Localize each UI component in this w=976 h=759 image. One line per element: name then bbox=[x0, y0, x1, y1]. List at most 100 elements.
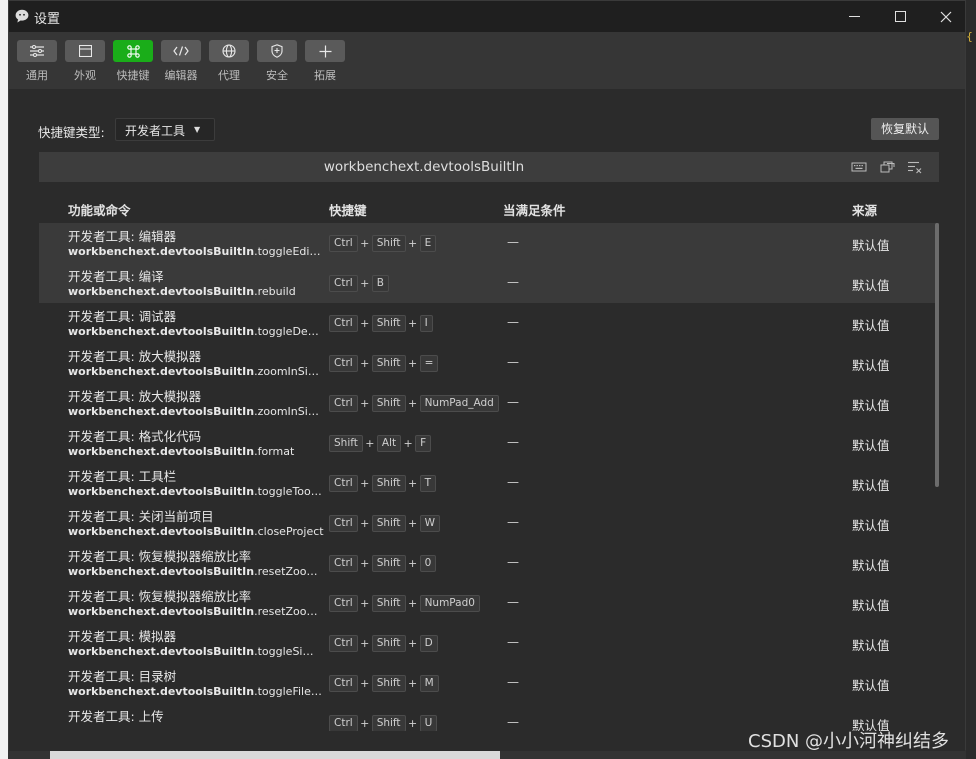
tab-extensions[interactable]: 拓展 bbox=[305, 40, 345, 83]
keybinding[interactable]: Ctrl + B bbox=[329, 275, 389, 292]
tab-label: 编辑器 bbox=[164, 69, 198, 82]
key-separator: + bbox=[365, 437, 375, 450]
tab-label: 快捷键 bbox=[116, 69, 150, 82]
keybinding[interactable]: Ctrl + Shift + E bbox=[329, 235, 437, 252]
when-condition: — bbox=[507, 675, 519, 689]
key-separator: + bbox=[360, 517, 370, 530]
maximize-button[interactable] bbox=[877, 1, 923, 32]
settings-toolbar: 通用 外观 快捷键 编辑器 代理 安全 拓展 bbox=[9, 32, 965, 89]
command-id: workbenchext.devtoolsBuiltIn.closeProjec… bbox=[68, 525, 324, 538]
sort-by-precedence-icon[interactable] bbox=[880, 160, 896, 174]
table-row[interactable]: 开发者工具: 恢复模拟器缩放比率 workbenchext.devtoolsBui… bbox=[39, 583, 939, 623]
tab-label: 通用 bbox=[26, 69, 48, 82]
command-id: workbenchext.devtoolsBuiltIn.resetZoomSi… bbox=[68, 605, 324, 618]
command-id-suffix: .resetZoomSim... bbox=[254, 605, 324, 618]
table-row[interactable]: 开发者工具: 编译 workbenchext.devtoolsBuiltIn.re… bbox=[39, 263, 939, 303]
key-separator: + bbox=[407, 237, 418, 250]
table-row[interactable]: 开发者工具: 放大模拟器 workbenchext.devtoolsBuiltIn… bbox=[39, 383, 939, 423]
command-id: workbenchext.devtoolsBuiltIn.rebuild bbox=[68, 285, 324, 298]
key-cap: Shift bbox=[371, 595, 406, 612]
search-value: workbenchext.devtoolsBuiltIn bbox=[323, 159, 525, 175]
table-row[interactable]: 开发者工具: 模拟器 workbenchext.devtoolsBuiltIn.t… bbox=[39, 623, 939, 663]
table-row[interactable]: 开发者工具: 编辑器 workbenchext.devtoolsBuiltIn.t… bbox=[39, 223, 939, 263]
keybindings-table: 开发者工具: 编辑器 workbenchext.devtoolsBuiltIn.t… bbox=[39, 223, 939, 731]
tab-appearance[interactable]: 外观 bbox=[65, 40, 105, 83]
binding-source: 默认值 bbox=[852, 278, 890, 293]
key-separator: + bbox=[407, 397, 418, 410]
key-cap: Shift bbox=[371, 475, 406, 492]
table-row[interactable]: 开发者工具: 目录树 workbenchext.devtoolsBuiltIn.t… bbox=[39, 663, 939, 703]
key-cap: Ctrl bbox=[329, 715, 358, 731]
keybinding[interactable]: Ctrl + Shift + NumPad0 bbox=[329, 595, 480, 612]
command-id: workbenchext.devtoolsBuiltIn.toggleFileT… bbox=[68, 685, 324, 698]
key-cap: Ctrl bbox=[329, 515, 358, 532]
tab-security[interactable]: 安全 bbox=[257, 40, 297, 83]
command-id-prefix: workbenchext.devtoolsBuiltIn bbox=[68, 605, 255, 618]
shortcut-type-select[interactable]: 开发者工具 ▼ bbox=[115, 118, 215, 141]
keybinding[interactable]: Ctrl + Shift + I bbox=[329, 315, 433, 332]
minimize-icon bbox=[848, 16, 860, 17]
key-cap: NumPad0 bbox=[419, 595, 480, 612]
when-condition: — bbox=[507, 515, 519, 529]
keybinding[interactable]: Ctrl + Shift + T bbox=[329, 475, 436, 492]
binding-source: 默认值 bbox=[852, 438, 890, 453]
column-header-when[interactable]: 当满足条件 bbox=[503, 200, 566, 219]
column-header-keybinding[interactable]: 快捷键 bbox=[329, 200, 367, 219]
minimize-button[interactable] bbox=[831, 1, 877, 32]
key-separator: + bbox=[360, 717, 370, 730]
command-title: 开发者工具: 上传 bbox=[68, 709, 164, 724]
key-separator: + bbox=[360, 277, 370, 290]
tab-label: 拓展 bbox=[314, 69, 336, 82]
tab-shortcuts[interactable]: 快捷键 bbox=[113, 40, 153, 83]
key-cap: Ctrl bbox=[329, 355, 358, 372]
binding-source: 默认值 bbox=[852, 238, 890, 253]
close-button[interactable] bbox=[923, 1, 969, 32]
table-scrollbar[interactable] bbox=[935, 223, 939, 487]
key-separator: + bbox=[407, 597, 418, 610]
key-cap: T bbox=[419, 475, 436, 492]
keybinding[interactable]: Ctrl + Shift + M bbox=[329, 675, 439, 692]
restore-defaults-button[interactable]: 恢复默认 bbox=[871, 118, 939, 140]
column-header-source[interactable]: 来源 bbox=[852, 200, 877, 219]
command-title: 开发者工具: 编辑器 bbox=[68, 229, 177, 244]
tab-editor[interactable]: 编辑器 bbox=[161, 40, 201, 83]
key-separator: + bbox=[360, 597, 370, 610]
table-row[interactable]: 开发者工具: 关闭当前项目 workbenchext.devtoolsBuiltI… bbox=[39, 503, 939, 543]
command-title: 开发者工具: 目录树 bbox=[68, 669, 177, 684]
command-id-suffix: .toggleFileTree bbox=[254, 685, 324, 698]
keybinding[interactable]: Ctrl + Shift +0 bbox=[329, 555, 437, 572]
key-separator: + bbox=[407, 557, 418, 570]
command-id-prefix: workbenchext.devtoolsBuiltIn bbox=[68, 405, 255, 418]
tab-proxy[interactable]: 代理 bbox=[209, 40, 249, 83]
command-id-suffix: .format bbox=[254, 445, 295, 458]
close-icon bbox=[940, 11, 952, 22]
title-bar[interactable]: 设置 bbox=[9, 1, 965, 32]
table-row[interactable]: 开发者工具: 调试器 workbenchext.devtoolsBuiltIn.t… bbox=[39, 303, 939, 343]
keybinding[interactable]: Shift + Alt + F bbox=[329, 435, 432, 452]
keybinding[interactable]: Ctrl + Shift + W bbox=[329, 515, 440, 532]
key-separator: + bbox=[360, 317, 370, 330]
keybinding-search-input[interactable]: workbenchext.devtoolsBuiltIn bbox=[39, 152, 939, 182]
keybinding[interactable]: Ctrl + Shift + D bbox=[329, 635, 438, 652]
table-row[interactable]: 开发者工具: 格式化代码 workbenchext.devtoolsBuiltIn… bbox=[39, 423, 939, 463]
column-header-command[interactable]: 功能或命令 bbox=[68, 200, 131, 219]
key-separator: + bbox=[360, 677, 370, 690]
keybinding[interactable]: Ctrl + Shift + NumPad_Add bbox=[329, 395, 499, 412]
table-row[interactable]: 开发者工具: 放大模拟器 workbenchext.devtoolsBuiltIn… bbox=[39, 343, 939, 383]
wechat-icon bbox=[15, 9, 29, 23]
command-id: workbenchext.devtoolsBuiltIn.toggleSimul… bbox=[68, 645, 324, 658]
key-cap: Shift bbox=[371, 675, 406, 692]
clear-filter-icon[interactable] bbox=[907, 160, 923, 174]
keybinding[interactable]: Ctrl + Shift + U bbox=[329, 715, 438, 731]
keybinding[interactable]: Ctrl + Shift + = bbox=[329, 355, 439, 372]
shortcut-type-label: 快捷键类型: bbox=[38, 125, 105, 140]
command-title: 开发者工具: 恢复模拟器缩放比率 bbox=[68, 549, 252, 564]
table-row[interactable]: 开发者工具: 工具栏 workbenchext.devtoolsBuiltIn.t… bbox=[39, 463, 939, 503]
tab-general[interactable]: 通用 bbox=[17, 40, 57, 83]
key-cap: E bbox=[419, 235, 437, 252]
command-id-suffix: .zoomInSimulat... bbox=[254, 365, 324, 378]
command-id-prefix: workbenchext.devtoolsBuiltIn bbox=[68, 645, 255, 658]
when-condition: — bbox=[507, 395, 519, 409]
table-row[interactable]: 开发者工具: 恢复模拟器缩放比率 workbenchext.devtoolsBui… bbox=[39, 543, 939, 583]
keyboard-icon[interactable] bbox=[851, 160, 867, 174]
